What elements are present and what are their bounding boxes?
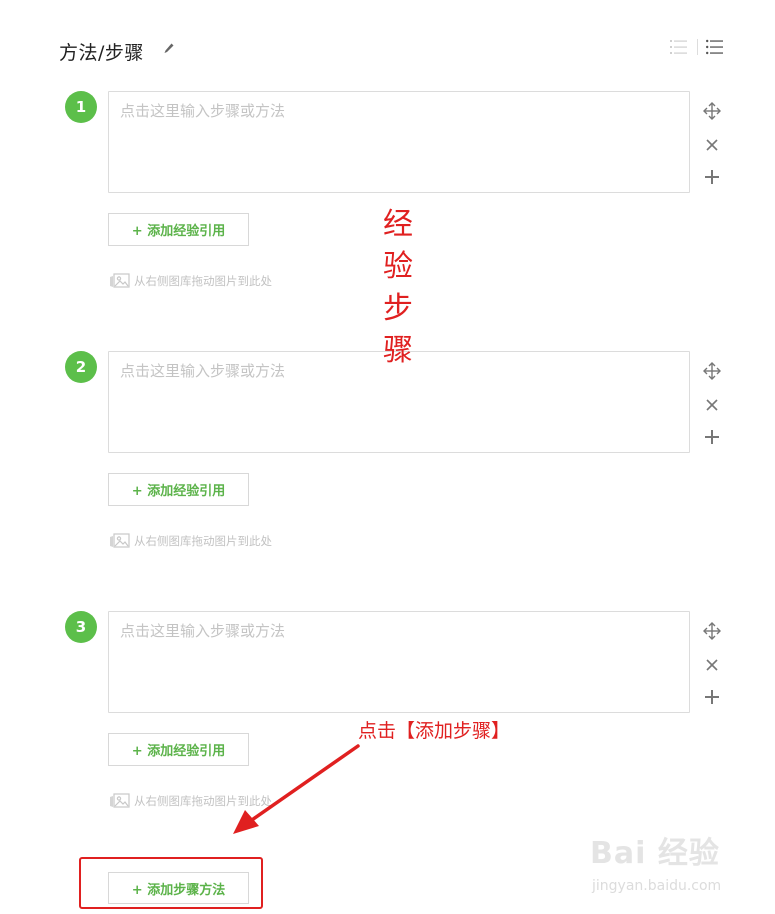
- image-drop-hint: 从右侧图库拖动图片到此处: [109, 533, 272, 549]
- plus-icon[interactable]: [702, 427, 722, 447]
- watermark-url: jingyan.baidu.com: [592, 878, 722, 894]
- step-input-placeholder: 点击这里输入步骤或方法: [120, 362, 286, 380]
- step-input[interactable]: 点击这里输入步骤或方法: [108, 611, 690, 713]
- move-icon[interactable]: [702, 621, 722, 641]
- move-icon[interactable]: [702, 361, 722, 381]
- step-number-badge: 2: [65, 351, 97, 383]
- image-drop-hint: 从右侧图库拖动图片到此处: [109, 273, 272, 289]
- image-icon: [110, 273, 130, 288]
- close-icon[interactable]: [702, 655, 722, 675]
- annotation-char: 步: [383, 291, 413, 326]
- pencil-icon[interactable]: [163, 42, 175, 56]
- annotation-click-hint: 点击【添加步骤】: [358, 720, 511, 742]
- step-input-placeholder: 点击这里输入步骤或方法: [120, 622, 286, 640]
- annotation-char: 骤: [383, 333, 413, 368]
- move-icon[interactable]: [702, 101, 722, 121]
- annotation-arrow: [233, 744, 360, 834]
- numbered-list-icon[interactable]: [670, 39, 688, 55]
- image-icon: [110, 793, 130, 808]
- annotation-vertical-text: 经 验 步 骤: [378, 204, 418, 372]
- step-input[interactable]: 点击这里输入步骤或方法: [108, 91, 690, 193]
- add-step-button[interactable]: + 添加步骤方法: [108, 872, 249, 904]
- step-number-badge: 1: [65, 91, 97, 123]
- watermark-logo: Bai 经验: [590, 836, 720, 871]
- image-drop-hint-text: 从右侧图库拖动图片到此处: [134, 274, 272, 288]
- add-reference-button[interactable]: + 添加经验引用: [108, 473, 249, 506]
- step-number-badge: 3: [65, 611, 97, 643]
- add-reference-button[interactable]: + 添加经验引用: [108, 213, 249, 246]
- image-drop-hint-text: 从右侧图库拖动图片到此处: [134, 534, 272, 548]
- close-icon[interactable]: [702, 135, 722, 155]
- bullet-list-icon[interactable]: [706, 39, 724, 55]
- view-divider: [697, 39, 698, 55]
- plus-icon[interactable]: [702, 687, 722, 707]
- plus-icon[interactable]: [702, 167, 722, 187]
- image-icon: [110, 533, 130, 548]
- close-icon[interactable]: [702, 395, 722, 415]
- annotation-char: 验: [383, 249, 413, 284]
- step-input-placeholder: 点击这里输入步骤或方法: [120, 102, 286, 120]
- annotation-char: 经: [383, 207, 413, 242]
- section-title: 方法/步骤: [59, 42, 144, 64]
